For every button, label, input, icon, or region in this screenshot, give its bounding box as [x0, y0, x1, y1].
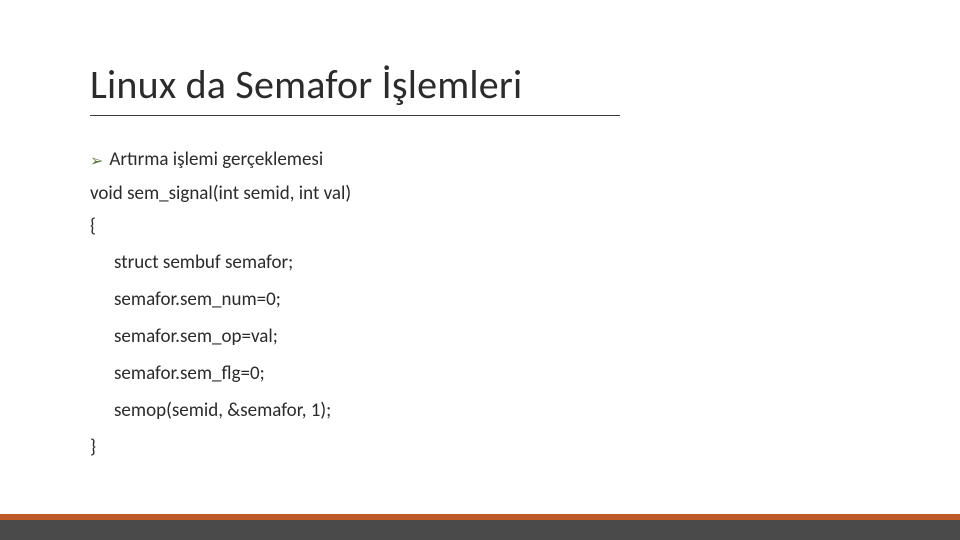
- code-open-brace: {: [90, 215, 870, 238]
- code-line: semafor.sem_num=0;: [90, 289, 870, 312]
- code-line: struct sembuf semafor;: [90, 252, 870, 275]
- chevron-right-icon: ➢: [90, 152, 103, 173]
- code-line: semafor.sem_op=val;: [90, 326, 870, 349]
- page-title: Linux da Semafor İşlemleri: [90, 60, 620, 116]
- slide: Linux da Semafor İşlemleri ➢ Artırma işl…: [0, 0, 960, 540]
- code-line: semop(semid, &semafor, 1);: [90, 400, 870, 423]
- slide-content: ➢ Artırma işlemi gerçeklemesi void sem_s…: [90, 148, 870, 469]
- code-close-brace: }: [90, 436, 870, 459]
- footer-bar: [0, 520, 960, 540]
- code-signature: void sem_signal(int semid, int val): [90, 183, 870, 206]
- bullet-text: Artırma işlemi gerçeklemesi: [109, 148, 323, 173]
- code-line: semafor.sem_flg=0;: [90, 363, 870, 386]
- bullet-item: ➢ Artırma işlemi gerçeklemesi: [90, 148, 870, 173]
